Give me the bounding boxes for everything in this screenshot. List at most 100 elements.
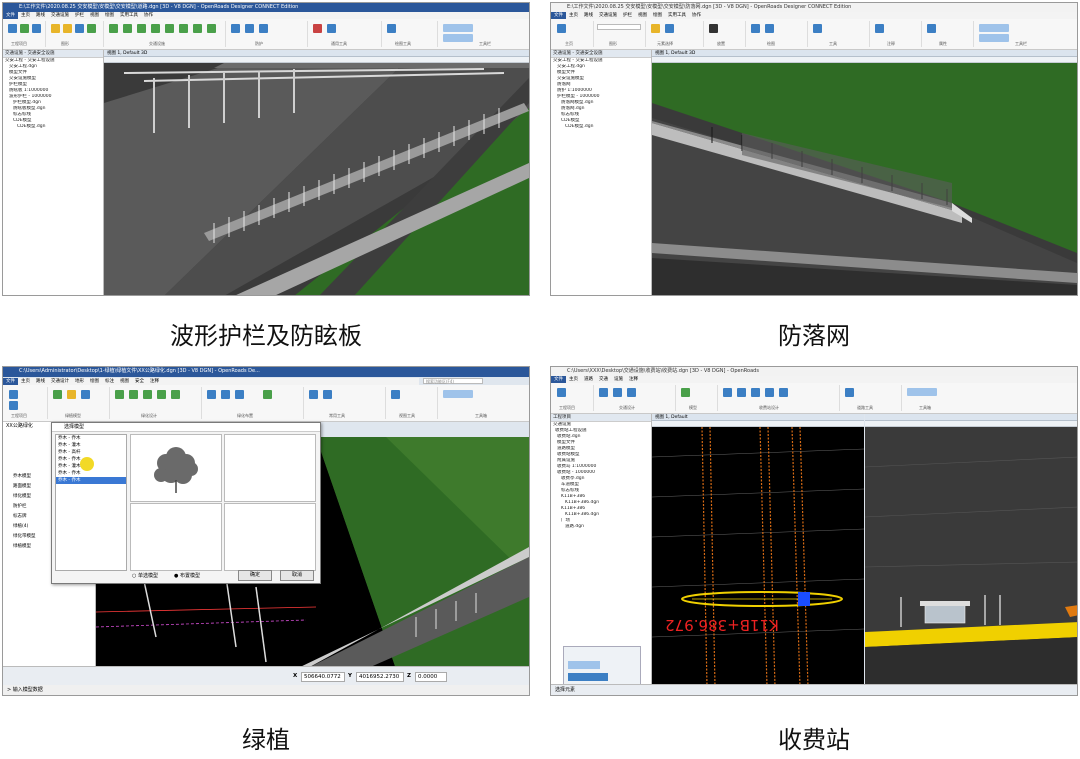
fence-icon[interactable] <box>259 24 268 33</box>
fence-icon[interactable] <box>665 24 674 33</box>
toll-booth-icon[interactable] <box>765 388 774 397</box>
ok-button[interactable]: 确定 <box>238 570 272 581</box>
model-tree-item[interactable]: 乔木 - 灌木 <box>56 442 126 449</box>
guardrail-icon[interactable] <box>165 24 174 33</box>
model-tree-item[interactable]: 乔木 - 乔木 <box>56 435 126 442</box>
tool-icon[interactable] <box>309 390 318 399</box>
x-coordinate-field[interactable]: 506640.0772 <box>301 672 345 682</box>
model-tree-item[interactable]: 乔木 - 乔木 <box>56 470 126 477</box>
tab-collaborate[interactable]: 协作 <box>141 12 156 19</box>
tree-item[interactable]: CDE模型.dgn <box>3 124 103 130</box>
model-icon[interactable] <box>81 390 90 399</box>
toll-booth-icon[interactable] <box>737 388 746 397</box>
guardrail-icon[interactable] <box>151 24 160 33</box>
toll-booth-icon[interactable] <box>723 388 732 397</box>
fence-icon[interactable] <box>245 24 254 33</box>
design-icon[interactable] <box>613 388 622 397</box>
3d-viewport[interactable] <box>104 63 529 295</box>
toolbox-icon[interactable] <box>443 34 473 42</box>
line-icon[interactable] <box>751 24 760 33</box>
tab-traffic[interactable]: 交通设计 <box>48 378 72 385</box>
folder-icon[interactable] <box>9 401 18 410</box>
barrier-icon[interactable] <box>87 24 96 33</box>
properties-icon[interactable] <box>927 24 936 33</box>
toll-booth-icon[interactable] <box>751 388 760 397</box>
tab-guardrail[interactable]: 护栏 <box>72 12 87 19</box>
tab-safety[interactable]: 安全 <box>132 378 147 385</box>
3d-viewport[interactable] <box>865 427 1077 685</box>
fence-icon[interactable] <box>231 24 240 33</box>
tab-notes[interactable]: 注释 <box>147 378 162 385</box>
tree-item[interactable]: CDE模型.dgn <box>551 124 651 130</box>
guardrail-icon[interactable] <box>137 24 146 33</box>
tab-home[interactable]: 主页 <box>18 12 33 19</box>
tab-file[interactable]: 文件 <box>551 376 566 383</box>
tab-route[interactable]: 路线 <box>33 12 48 19</box>
radio-layout-model[interactable]: ● 布置模型 <box>174 572 200 579</box>
tab-view[interactable]: 视图 <box>87 12 102 19</box>
tab-draw[interactable]: 绘图 <box>87 378 102 385</box>
toolbox-icon[interactable] <box>443 390 473 398</box>
plant-icon[interactable] <box>115 390 124 399</box>
arc-icon[interactable] <box>765 24 774 33</box>
text-icon[interactable] <box>875 24 884 33</box>
tree-icon[interactable] <box>263 390 272 399</box>
tool-icon[interactable] <box>313 24 322 33</box>
guardrail-icon[interactable] <box>123 24 132 33</box>
select-icon[interactable] <box>651 24 660 33</box>
radio-single-model[interactable]: ○ 单选模型 <box>132 572 158 579</box>
plan-viewport[interactable]: K11B+386.972 <box>652 427 864 685</box>
toolbox-icon[interactable] <box>568 673 608 681</box>
guardrail-icon[interactable] <box>109 24 118 33</box>
toolbox-icon[interactable] <box>907 388 937 396</box>
z-coordinate-field[interactable]: 0.0000 <box>415 672 447 682</box>
tab-draw[interactable]: 绘图 <box>650 12 665 19</box>
road-tool-icon[interactable] <box>845 388 854 397</box>
project-icon[interactable] <box>8 24 17 33</box>
marking-icon[interactable] <box>75 24 84 33</box>
tab-road[interactable]: 道路 <box>581 376 596 383</box>
plant-icon[interactable] <box>143 390 152 399</box>
model-tree-item[interactable]: 乔木 - 高杆 <box>56 449 126 456</box>
tab-route[interactable]: 路线 <box>33 378 48 385</box>
tab-guardrail[interactable]: 护栏 <box>620 12 635 19</box>
ribbon-search-input[interactable]: 搜索功能区(F4) <box>423 378 483 384</box>
model-tree-item-selected[interactable]: 乔木 - 乔木 <box>56 477 126 484</box>
settings-icon[interactable] <box>32 24 41 33</box>
guardrail-icon[interactable] <box>193 24 202 33</box>
level-select[interactable] <box>597 24 641 30</box>
tool-icon[interactable] <box>327 24 336 33</box>
modify-icon[interactable] <box>813 24 822 33</box>
project-icon[interactable] <box>557 388 566 397</box>
tab-facility[interactable]: 设施 <box>611 376 626 383</box>
guardrail-icon[interactable] <box>207 24 216 33</box>
view-icon[interactable] <box>391 390 400 399</box>
tab-annotate[interactable]: 标注 <box>102 378 117 385</box>
warning-icon[interactable] <box>67 390 76 399</box>
model-preview-cell[interactable] <box>224 503 316 571</box>
guardrail-icon[interactable] <box>179 24 188 33</box>
tab-draw[interactable]: 绘图 <box>102 12 117 19</box>
tab-traffic[interactable]: 交通设施 <box>48 12 72 19</box>
tree-item[interactable]: 道路.dgn <box>551 524 651 530</box>
tree-icon[interactable] <box>53 390 62 399</box>
design-icon[interactable] <box>627 388 636 397</box>
tab-view[interactable]: 视图 <box>635 12 650 19</box>
draw-icon[interactable] <box>387 24 396 33</box>
tab-home[interactable]: 主页 <box>566 12 581 19</box>
toolbox-icon[interactable] <box>568 661 600 669</box>
plant-icon[interactable] <box>157 390 166 399</box>
project-icon[interactable] <box>9 390 18 399</box>
tab-utilities[interactable]: 实用工具 <box>665 12 689 19</box>
toolbox-icon[interactable] <box>979 34 1009 42</box>
toolbox-icon[interactable] <box>443 24 473 32</box>
plant-icon[interactable] <box>129 390 138 399</box>
tab-traffic[interactable]: 交通 <box>596 376 611 383</box>
model-preview-cell[interactable] <box>130 503 222 571</box>
tab-file[interactable]: 文件 <box>551 12 566 19</box>
layout-icon[interactable] <box>207 390 216 399</box>
layout-icon[interactable] <box>221 390 230 399</box>
model-icon[interactable] <box>681 388 690 397</box>
tab-view[interactable]: 视图 <box>117 378 132 385</box>
tab-file[interactable]: 文件 <box>3 378 18 385</box>
